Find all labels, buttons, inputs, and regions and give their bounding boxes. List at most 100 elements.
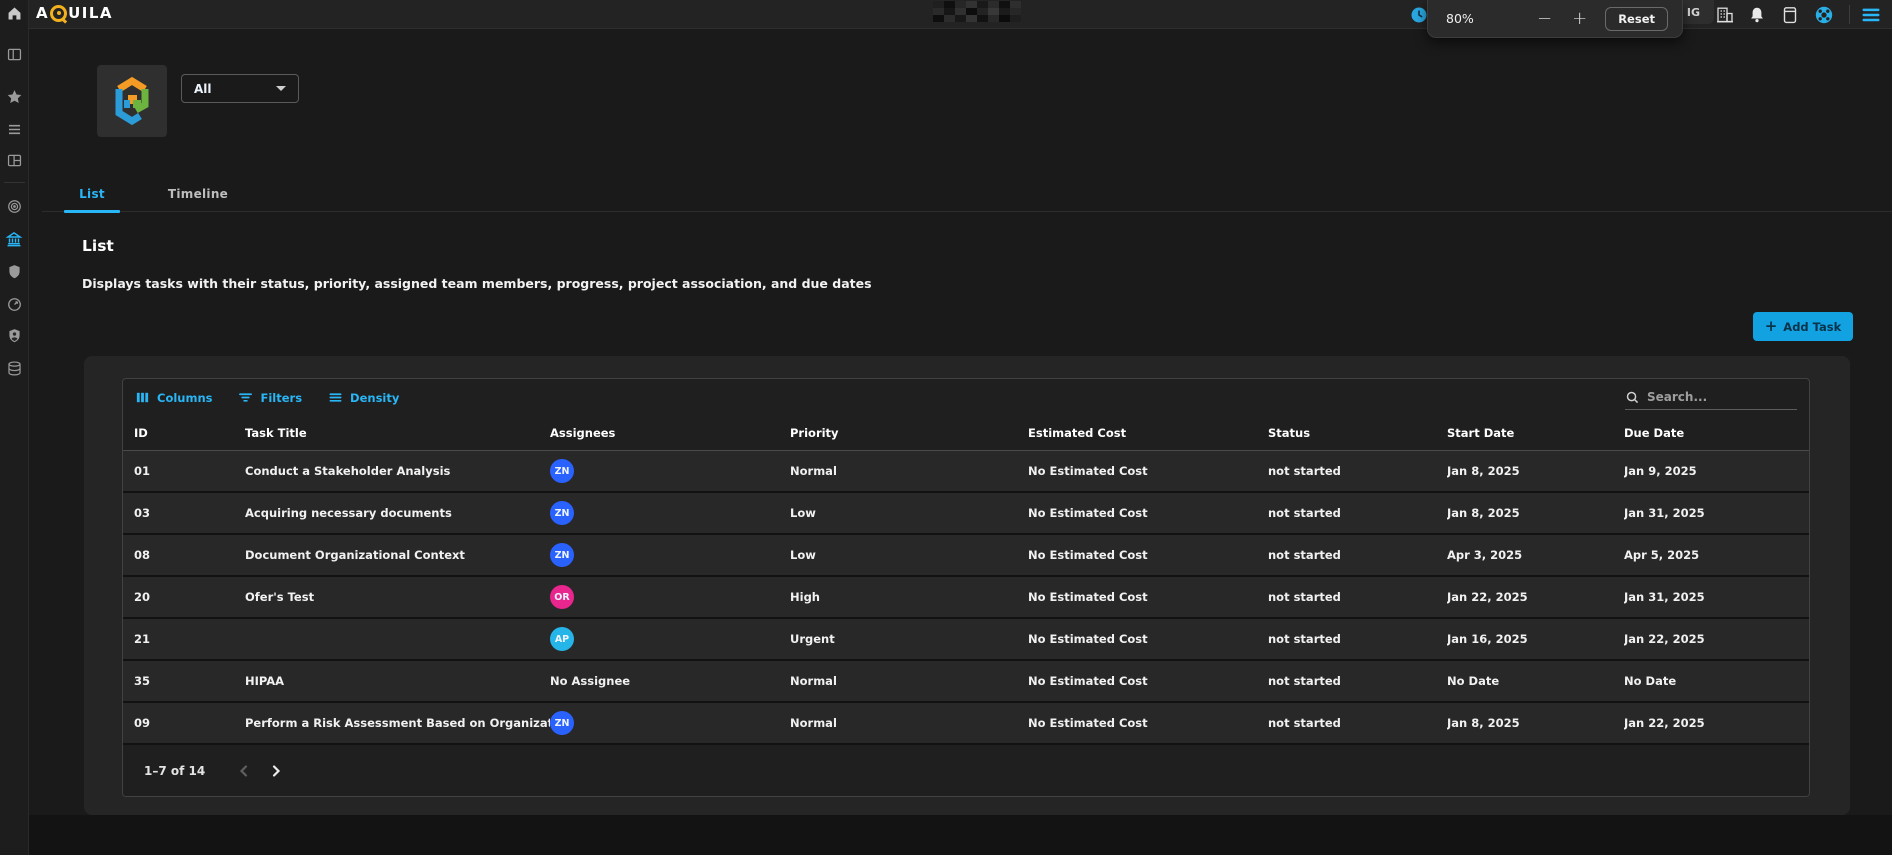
zoom-reset-button[interactable]: Reset xyxy=(1605,7,1668,31)
cell-status: not started xyxy=(1268,464,1447,478)
cell-task-title: Ofer's Test xyxy=(245,590,550,604)
assignee-avatar[interactable]: ZN xyxy=(550,501,574,525)
journal-icon[interactable] xyxy=(1779,4,1801,26)
page-description: Displays tasks with their status, priori… xyxy=(82,276,872,291)
cell-start-date: Jan 16, 2025 xyxy=(1447,632,1624,646)
filter-icon xyxy=(238,390,253,405)
clipped-env-badge-text: IG xyxy=(1687,6,1700,19)
help-lifebuoy-icon[interactable] xyxy=(1813,4,1835,26)
main-menu-icon[interactable] xyxy=(1860,4,1882,26)
dashboard-layout-icon[interactable] xyxy=(4,150,24,170)
database-icon[interactable] xyxy=(4,358,24,378)
home-icon[interactable] xyxy=(4,3,24,23)
density-button[interactable]: Density xyxy=(328,390,399,405)
redaction-cell xyxy=(944,1,955,8)
column-header[interactable]: Estimated Cost xyxy=(1028,426,1268,440)
cell-start-date: Apr 3, 2025 xyxy=(1447,548,1624,562)
add-task-button[interactable]: + Add Task xyxy=(1753,312,1853,341)
density-button-label: Density xyxy=(350,391,399,405)
assignee-avatar[interactable]: ZN xyxy=(550,543,574,567)
cell-due-date: No Date xyxy=(1624,674,1809,688)
redaction-cell xyxy=(944,8,955,15)
redaction-cell xyxy=(966,8,977,15)
add-task-label: Add Task xyxy=(1783,320,1841,334)
assignee-avatar[interactable]: ZN xyxy=(550,711,574,735)
column-header[interactable]: Priority xyxy=(790,426,1028,440)
cell-id: 08 xyxy=(134,548,245,562)
topbar: AUILA IG 80% − + Reset xyxy=(0,0,1892,29)
cell-priority: Normal xyxy=(790,464,1028,478)
cell-estimated-cost: No Estimated Cost xyxy=(1028,716,1268,730)
chevron-right-icon xyxy=(269,764,283,778)
cell-task-title: Acquiring necessary documents xyxy=(245,506,550,520)
tab-list[interactable]: List xyxy=(64,176,120,212)
gauge-icon[interactable] xyxy=(4,294,24,314)
menu-lines-icon[interactable] xyxy=(4,119,24,139)
table-row[interactable]: 01 Conduct a Stakeholder Analysis ZN Nor… xyxy=(123,451,1809,493)
zoom-in-button[interactable]: + xyxy=(1568,8,1591,30)
assignee-avatar[interactable]: OR xyxy=(550,585,574,609)
redaction-cell xyxy=(988,1,999,8)
filters-button-label: Filters xyxy=(260,391,302,405)
bank-icon[interactable] xyxy=(4,229,24,249)
brand-q-glyph xyxy=(50,5,67,22)
pagination-prev-button[interactable] xyxy=(233,760,255,782)
column-header[interactable]: Due Date xyxy=(1624,426,1809,440)
redaction-cell xyxy=(988,8,999,15)
cell-due-date: Apr 5, 2025 xyxy=(1624,548,1809,562)
zoom-level: 80% xyxy=(1446,11,1474,26)
organization-icon[interactable] xyxy=(1714,4,1736,26)
redaction-cell xyxy=(977,1,988,8)
task-table-card: Columns Filters Density IDTask TitleAssi… xyxy=(122,378,1810,797)
table-row[interactable]: 21 AP Urgent No Estimated Cost not start… xyxy=(123,619,1809,661)
cell-estimated-cost: No Estimated Cost xyxy=(1028,464,1268,478)
notifications-bell-icon[interactable] xyxy=(1746,4,1768,26)
redaction-cell xyxy=(977,8,988,15)
table-row[interactable]: 20 Ofer's Test OR High No Estimated Cost… xyxy=(123,577,1809,619)
cell-start-date: Jan 8, 2025 xyxy=(1447,506,1624,520)
cell-estimated-cost: No Estimated Cost xyxy=(1028,506,1268,520)
pagination-next-button[interactable] xyxy=(265,760,287,782)
cell-estimated-cost: No Estimated Cost xyxy=(1028,674,1268,688)
table-search xyxy=(1625,385,1797,410)
cell-id: 09 xyxy=(134,716,245,730)
tab-timeline[interactable]: Timeline xyxy=(150,176,246,212)
pagination-range-label: 1–7 of 14 xyxy=(144,764,205,778)
column-header[interactable]: Status xyxy=(1268,426,1447,440)
column-header[interactable]: Task Title xyxy=(245,426,550,440)
filters-button[interactable]: Filters xyxy=(238,390,302,405)
columns-button[interactable]: Columns xyxy=(135,390,212,405)
column-header[interactable]: Assignees xyxy=(550,426,790,440)
table-row[interactable]: 09 Perform a Risk Assessment Based on Or… xyxy=(123,703,1809,745)
target-icon[interactable] xyxy=(4,196,24,216)
split-panel-icon[interactable] xyxy=(4,44,24,64)
clock-icon xyxy=(1411,7,1427,23)
cell-status: not started xyxy=(1268,632,1447,646)
project-filter-select[interactable]: All xyxy=(181,74,299,103)
table-row[interactable]: 08 Document Organizational Context ZN Lo… xyxy=(123,535,1809,577)
cell-assignees: No Assignee xyxy=(550,674,790,688)
redaction-cell xyxy=(999,15,1010,22)
id-badge-shield-icon[interactable] xyxy=(4,325,24,345)
search-input[interactable] xyxy=(1647,390,1782,404)
page-title: List xyxy=(82,237,114,255)
zoom-out-button[interactable]: − xyxy=(1533,8,1556,30)
assignee-avatar[interactable]: AP xyxy=(550,627,574,651)
star-icon[interactable] xyxy=(4,86,24,106)
plus-icon: + xyxy=(1765,319,1778,334)
redaction-cell xyxy=(944,15,955,22)
brand-logo[interactable]: AUILA xyxy=(36,4,113,22)
table-row[interactable]: 03 Acquiring necessary documents ZN Low … xyxy=(123,493,1809,535)
cell-priority: Urgent xyxy=(790,632,1028,646)
assignee-avatar[interactable]: ZN xyxy=(550,459,574,483)
column-header[interactable]: Start Date xyxy=(1447,426,1624,440)
cell-assignees: OR xyxy=(550,585,790,609)
column-header[interactable]: ID xyxy=(134,426,245,440)
shield-icon[interactable] xyxy=(4,261,24,281)
cell-assignees: ZN xyxy=(550,459,790,483)
redaction-cell xyxy=(966,1,977,8)
redaction-cell xyxy=(977,15,988,22)
cube-logo xyxy=(109,76,155,126)
table-row[interactable]: 35 HIPAA No Assignee Normal No Estimated… xyxy=(123,661,1809,703)
table-toolbar: Columns Filters Density xyxy=(123,379,1809,416)
